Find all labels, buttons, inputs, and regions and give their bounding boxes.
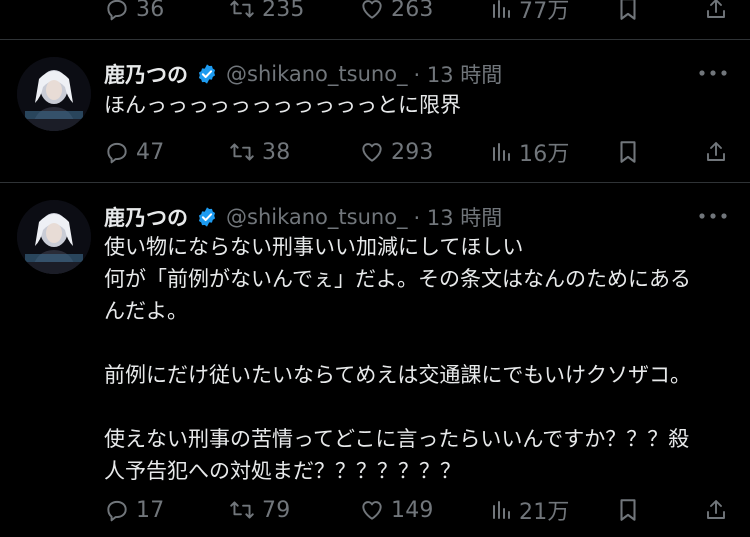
share-icon xyxy=(707,142,725,161)
like-count: 263 xyxy=(391,0,434,22)
repost-count: 79 xyxy=(262,497,291,523)
views-count: 16万 xyxy=(519,142,570,167)
tweet-actions: 47 38 293 16万 xyxy=(0,132,750,172)
tweet-line: 前例にだけ従いたいならてめえは交通課にでもいけクソザコ。 xyxy=(104,363,691,387)
reply-button[interactable]: 36 xyxy=(104,0,164,29)
heart-icon xyxy=(362,501,382,520)
views-button[interactable]: 77万 xyxy=(489,0,570,29)
like-button[interactable]: 263 xyxy=(359,0,434,29)
tweet-text: 使い物にならない刑事いい加減にしてほしい 何が「前例がないんでぇ」だよ。その条文… xyxy=(104,231,740,487)
line-break xyxy=(104,327,740,359)
repost-icon xyxy=(230,0,254,18)
tweet[interactable]: 鹿乃つの @shikano_tsuno_ · 13 時間 使い物にならない刑事い… xyxy=(0,183,750,537)
verified-badge-icon xyxy=(196,63,218,85)
like-count: 149 xyxy=(391,497,434,523)
views-button[interactable]: 16万 xyxy=(489,132,570,172)
share-button[interactable] xyxy=(704,132,728,172)
handle[interactable]: @shikano_tsuno_ xyxy=(226,205,408,229)
repost-button[interactable]: 235 xyxy=(228,0,305,29)
share-button[interactable] xyxy=(704,490,728,530)
bookmark-icon xyxy=(620,499,636,521)
reply-button[interactable]: 17 xyxy=(104,490,164,530)
tweet-actions: 17 79 149 21万 xyxy=(0,490,750,530)
repost-count: 38 xyxy=(262,139,291,165)
tweet-line: んだよ。 xyxy=(104,299,188,323)
verified-badge-icon xyxy=(196,206,218,228)
tweet[interactable]: 鹿乃つの @shikano_tsuno_ · 13 時間 ほんっっっっっっっっっ… xyxy=(0,40,750,182)
reply-icon xyxy=(107,0,127,21)
bookmark-button[interactable] xyxy=(617,490,639,530)
repost-button[interactable]: 38 xyxy=(228,132,290,172)
tweet-header: 鹿乃つの @shikano_tsuno_ · 13 時間 xyxy=(104,59,502,89)
reply-count: 17 xyxy=(136,497,165,523)
share-button[interactable] xyxy=(704,0,728,29)
avatar[interactable] xyxy=(17,57,91,131)
reply-button[interactable]: 47 xyxy=(104,132,164,172)
tweet-line: ほんっっっっっっっっっっっとに限界 xyxy=(104,93,461,117)
reply-count: 36 xyxy=(136,0,165,22)
repost-icon xyxy=(230,501,254,519)
repost-icon xyxy=(230,143,254,161)
more-options-icon[interactable] xyxy=(698,64,728,83)
views-count: 77万 xyxy=(519,0,570,24)
bookmark-icon xyxy=(620,141,636,163)
display-name[interactable]: 鹿乃つの xyxy=(104,59,188,89)
avatar[interactable] xyxy=(17,200,91,274)
tweet-line: 何が「前例がないんでぇ」だよ。その条文はなんのためにある xyxy=(104,267,691,291)
tweet-line: 人予告犯への対処まだ？？？？？？？ xyxy=(104,459,461,483)
timestamp[interactable]: · 13 時間 xyxy=(414,202,503,232)
bookmark-button[interactable] xyxy=(617,0,639,29)
more-options-icon[interactable] xyxy=(698,207,728,226)
heart-icon xyxy=(362,143,382,162)
heart-icon xyxy=(362,0,382,19)
repost-button[interactable]: 79 xyxy=(228,490,290,530)
like-button[interactable]: 149 xyxy=(359,490,434,530)
like-count: 293 xyxy=(391,139,434,165)
bookmark-icon xyxy=(620,0,636,20)
like-button[interactable]: 293 xyxy=(359,132,434,172)
tweet-line: 使えない刑事の苦情ってどこに言ったらいいんですか？？？殺 xyxy=(104,427,690,451)
handle[interactable]: @shikano_tsuno_ xyxy=(226,62,408,86)
share-icon xyxy=(707,0,725,18)
reply-icon xyxy=(107,142,127,164)
display-name[interactable]: 鹿乃つの xyxy=(104,202,188,232)
top-action-bar: 36 235 263 77万 xyxy=(0,0,750,29)
views-icon xyxy=(493,0,510,18)
views-icon xyxy=(493,143,510,161)
line-break xyxy=(104,391,740,423)
views-icon xyxy=(493,501,510,519)
reply-count: 47 xyxy=(136,139,165,165)
views-count: 21万 xyxy=(519,500,570,525)
tweet-header: 鹿乃つの @shikano_tsuno_ · 13 時間 xyxy=(104,202,502,232)
reply-icon xyxy=(107,500,127,522)
timestamp[interactable]: · 13 時間 xyxy=(414,59,503,89)
share-icon xyxy=(707,500,725,519)
bookmark-button[interactable] xyxy=(617,132,639,172)
tweet-text: ほんっっっっっっっっっっっとに限界 xyxy=(104,89,740,121)
views-button[interactable]: 21万 xyxy=(489,490,570,530)
tweet-line: 使い物にならない刑事いい加減にしてほしい xyxy=(104,235,524,259)
repost-count: 235 xyxy=(262,0,305,22)
